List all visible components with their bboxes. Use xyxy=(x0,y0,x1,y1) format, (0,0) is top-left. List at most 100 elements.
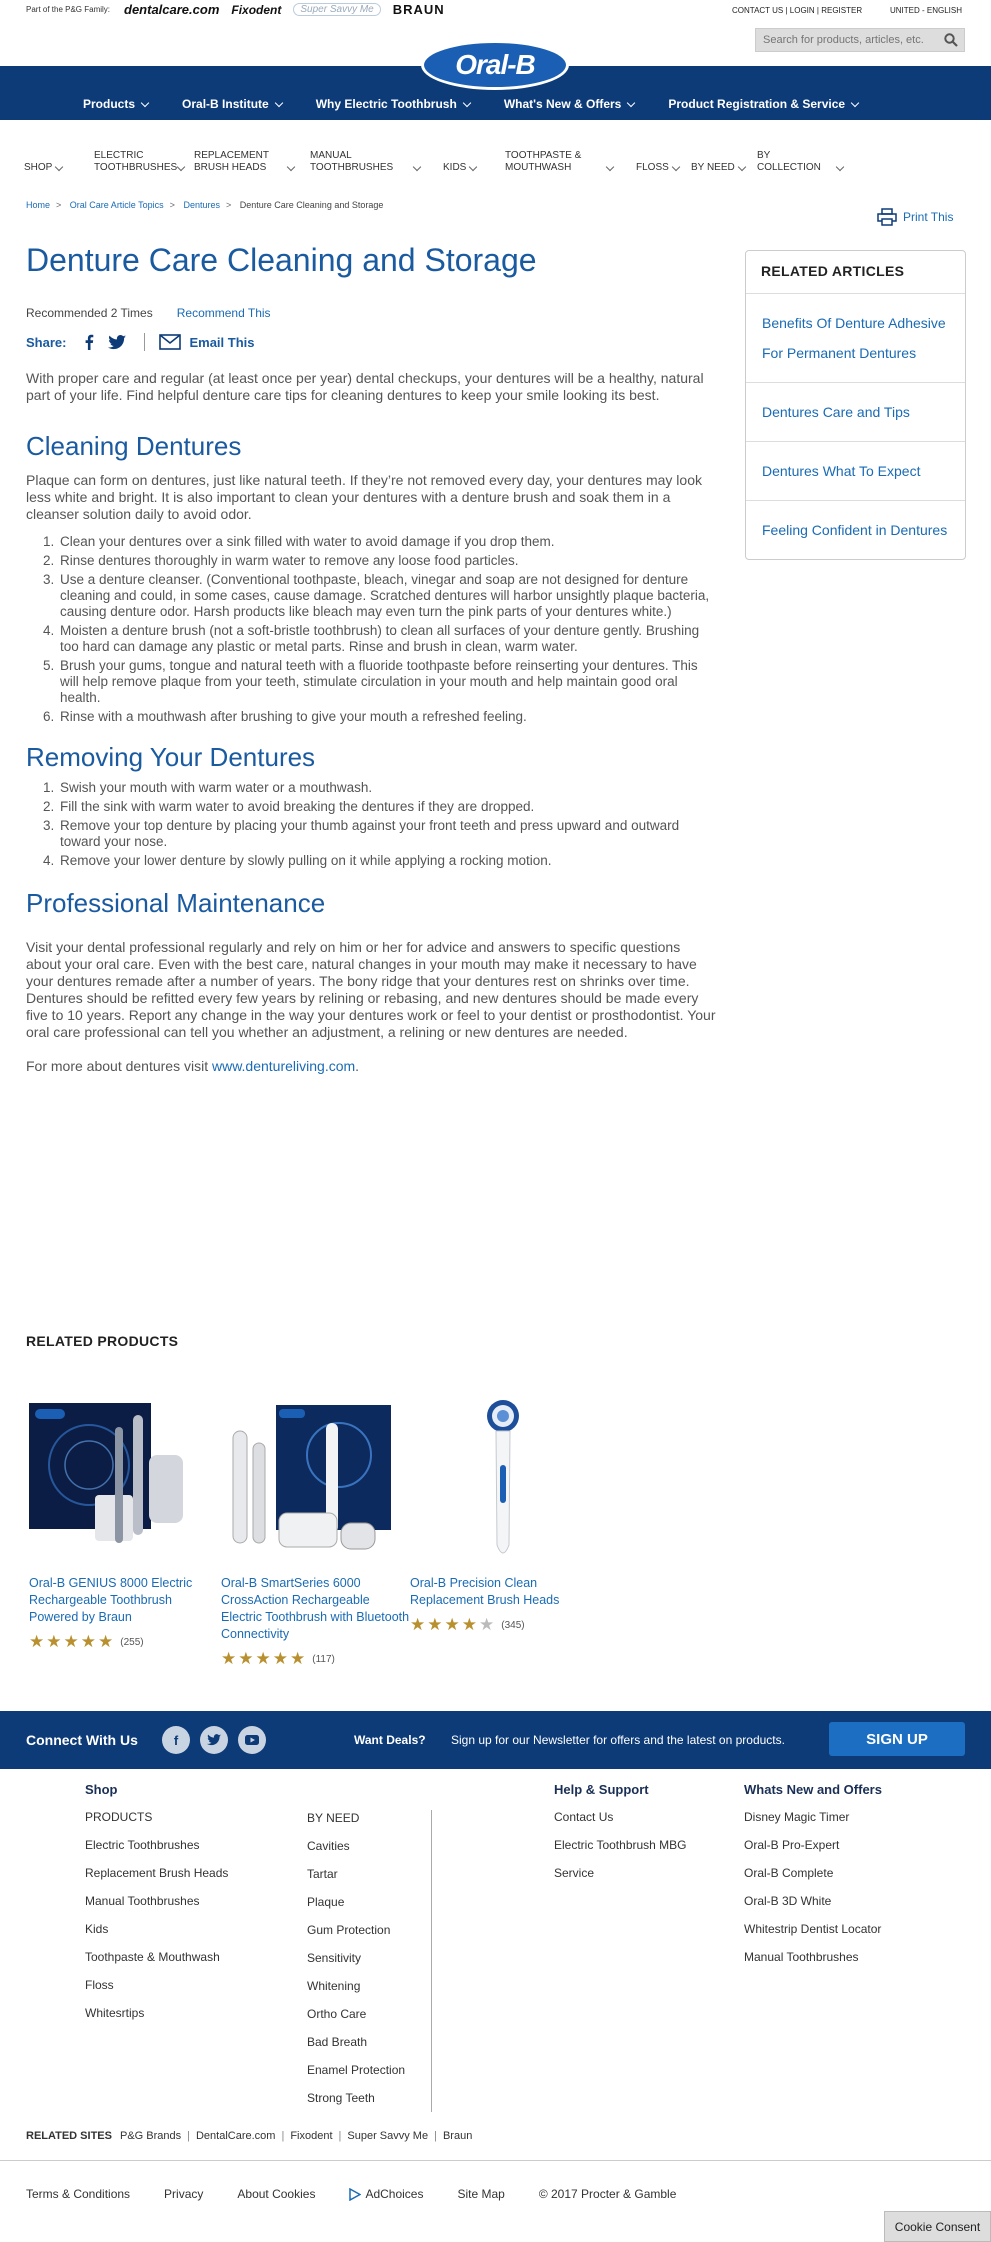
footer-link[interactable]: Service xyxy=(554,1865,687,1881)
nav-whats-new[interactable]: What's New & Offers xyxy=(504,97,636,111)
breadcrumb-home[interactable]: Home xyxy=(26,200,50,210)
product-image-precision-clean[interactable] xyxy=(410,1395,570,1565)
footer-link[interactable]: Gum Protection xyxy=(307,1922,405,1938)
breadcrumb-current: Denture Care Cleaning and Storage xyxy=(239,200,384,210)
subnav-replacement[interactable]: REPLACEMENT BRUSH HEADS xyxy=(194,138,310,174)
cookie-consent-button[interactable]: Cookie Consent xyxy=(884,2211,991,2242)
subnav-electric[interactable]: ELECTRIC TOOTHBRUSHES xyxy=(94,138,194,174)
footer-link[interactable]: Ortho Care xyxy=(307,2006,405,2022)
nav-oral-b-institute[interactable]: Oral-B Institute xyxy=(182,97,283,111)
adchoices-link[interactable]: AdChoices xyxy=(349,2187,423,2201)
related-article-link[interactable]: Dentures Care and Tips xyxy=(746,383,965,442)
footer-link[interactable]: Floss xyxy=(85,1977,228,1993)
related-site-link[interactable]: Braun xyxy=(443,2130,472,2142)
related-article-link[interactable]: Dentures What To Expect xyxy=(746,442,965,501)
footer-link[interactable]: Bad Breath xyxy=(307,2034,405,2050)
footer-link[interactable]: Oral-B Pro-Expert xyxy=(744,1837,882,1853)
footer-link[interactable]: Enamel Protection xyxy=(307,2062,405,2078)
subnav-by-collection[interactable]: BY COLLECTION xyxy=(757,138,857,174)
product-card[interactable]: Oral-B Precision Clean Replacement Brush… xyxy=(410,1395,600,1635)
brand-fixodent[interactable]: Fixodent xyxy=(231,3,281,17)
facebook-icon[interactable]: f xyxy=(162,1726,190,1754)
footer-link[interactable]: Tartar xyxy=(307,1866,405,1882)
privacy-link[interactable]: Privacy xyxy=(164,2187,203,2201)
product-image-smartseries[interactable] xyxy=(221,1395,391,1565)
maintenance-paragraph: Visit your dental professional regularly… xyxy=(26,939,716,1040)
subnav-toothpaste[interactable]: TOOTHPASTE & MOUTHWASH xyxy=(505,138,636,174)
star-icon: ★ xyxy=(427,1615,443,1634)
footer-link[interactable]: BY NEED xyxy=(307,1810,405,1826)
product-name[interactable]: Oral-B GENIUS 8000 Electric Rechargeable… xyxy=(29,1575,219,1626)
search-icon[interactable] xyxy=(944,33,958,47)
print-button[interactable]: Print This xyxy=(877,208,953,226)
brand-braun[interactable]: BRAUN xyxy=(393,2,445,17)
related-article-link[interactable]: Benefits Of Denture Adhesive For Permane… xyxy=(746,294,965,383)
subnav-floss[interactable]: FLOSS xyxy=(636,138,691,174)
subnav-shop[interactable]: SHOP xyxy=(24,138,94,174)
twitter-icon[interactable] xyxy=(200,1726,228,1754)
breadcrumb-topics[interactable]: Oral Care Article Topics xyxy=(70,200,164,210)
related-site-link[interactable]: DentalCare.com xyxy=(196,2130,275,2142)
utility-links[interactable]: CONTACT US | LOGIN | REGISTER xyxy=(732,6,862,15)
related-site-link[interactable]: Fixodent xyxy=(290,2130,332,2142)
share-divider xyxy=(144,333,146,351)
product-card[interactable]: Oral-B SmartSeries 6000 CrossAction Rech… xyxy=(221,1395,411,1669)
footer-link[interactable]: Plaque xyxy=(307,1894,405,1910)
sign-up-button[interactable]: SIGN UP xyxy=(829,1722,965,1756)
footer-link[interactable]: Toothpaste & Mouthwash xyxy=(85,1949,228,1965)
footer-link[interactable]: Cavities xyxy=(307,1838,405,1854)
footer-link[interactable]: Kids xyxy=(85,1921,228,1937)
subnav-by-need[interactable]: BY NEED xyxy=(691,138,757,174)
footer-link[interactable]: Sensitivity xyxy=(307,1950,405,1966)
related-article-link[interactable]: Feeling Confident in Dentures xyxy=(746,501,965,559)
footer-link[interactable]: Disney Magic Timer xyxy=(744,1809,882,1825)
about-cookies-link[interactable]: About Cookies xyxy=(237,2187,315,2201)
more-about-dentures: For more about dentures visit www.dentur… xyxy=(26,1058,360,1074)
recommend-link[interactable]: Recommend This xyxy=(177,306,271,320)
footer-link[interactable]: Whitesrtips xyxy=(85,2005,228,2021)
product-name[interactable]: Oral-B SmartSeries 6000 CrossAction Rech… xyxy=(221,1575,411,1643)
subnav-manual[interactable]: MANUAL TOOTHBRUSHES xyxy=(310,138,443,174)
brand-dentalcare[interactable]: dentalcare.com xyxy=(124,2,219,17)
footer-link[interactable]: Oral-B 3D White xyxy=(744,1893,882,1909)
nav-why-electric[interactable]: Why Electric Toothbrush xyxy=(316,97,472,111)
related-site-link[interactable]: Super Savvy Me xyxy=(347,2130,428,2142)
email-this-button[interactable]: Email This xyxy=(159,334,255,350)
footer-link[interactable]: Contact Us xyxy=(554,1809,687,1825)
rating-stars: ★ ★ ★ ★ ★ (255) xyxy=(29,1632,219,1652)
footer-link[interactable]: Manual Toothbrushes xyxy=(85,1893,228,1909)
related-products-title: RELATED PRODUCTS xyxy=(26,1333,179,1349)
site-map-link[interactable]: Site Map xyxy=(457,2187,504,2201)
facebook-icon[interactable] xyxy=(84,334,94,350)
product-name[interactable]: Oral-B Precision Clean Replacement Brush… xyxy=(410,1575,600,1609)
search-input[interactable] xyxy=(756,29,936,51)
terms-link[interactable]: Terms & Conditions xyxy=(26,2187,130,2201)
brand-super-savvy-me[interactable]: Super Savvy Me xyxy=(293,3,381,16)
product-image-genius[interactable] xyxy=(29,1395,189,1565)
adchoices-icon xyxy=(349,2187,362,2201)
footer-link[interactable]: Manual Toothbrushes xyxy=(744,1949,882,1965)
footer-link[interactable]: Whitening xyxy=(307,1978,405,1994)
footer-link[interactable]: Electric Toothbrush MBG xyxy=(554,1837,687,1853)
search-box[interactable] xyxy=(755,28,965,52)
nav-registration[interactable]: Product Registration & Service xyxy=(668,97,860,111)
footer-link[interactable]: Replacement Brush Heads xyxy=(85,1865,228,1881)
nav-products[interactable]: Products xyxy=(83,97,150,111)
footer-link[interactable]: Electric Toothbrushes xyxy=(85,1837,228,1853)
oral-b-logo[interactable]: Oral-B xyxy=(421,40,569,90)
recommend-row: Recommended 2 Times Recommend This xyxy=(26,306,716,320)
chevron-down-icon xyxy=(835,162,845,172)
youtube-icon[interactable] xyxy=(238,1726,266,1754)
footer-link[interactable]: Strong Teeth xyxy=(307,2090,405,2106)
removing-steps: Swish your mouth with warm water or a mo… xyxy=(26,780,716,869)
footer-link[interactable]: PRODUCTS xyxy=(85,1809,228,1825)
related-site-link[interactable]: P&G Brands xyxy=(120,2130,181,2142)
footer-link[interactable]: Oral-B Complete xyxy=(744,1865,882,1881)
product-card[interactable]: Oral-B GENIUS 8000 Electric Rechargeable… xyxy=(29,1395,219,1652)
footer-link[interactable]: Whitestrip Dentist Locator xyxy=(744,1921,882,1937)
dentureliving-link[interactable]: www.dentureliving.com xyxy=(212,1058,355,1074)
twitter-icon[interactable] xyxy=(108,334,127,350)
breadcrumb-dentures[interactable]: Dentures xyxy=(183,200,220,210)
subnav-kids[interactable]: KIDS xyxy=(443,138,505,174)
region-selector[interactable]: UNITED - ENGLISH xyxy=(890,6,962,15)
